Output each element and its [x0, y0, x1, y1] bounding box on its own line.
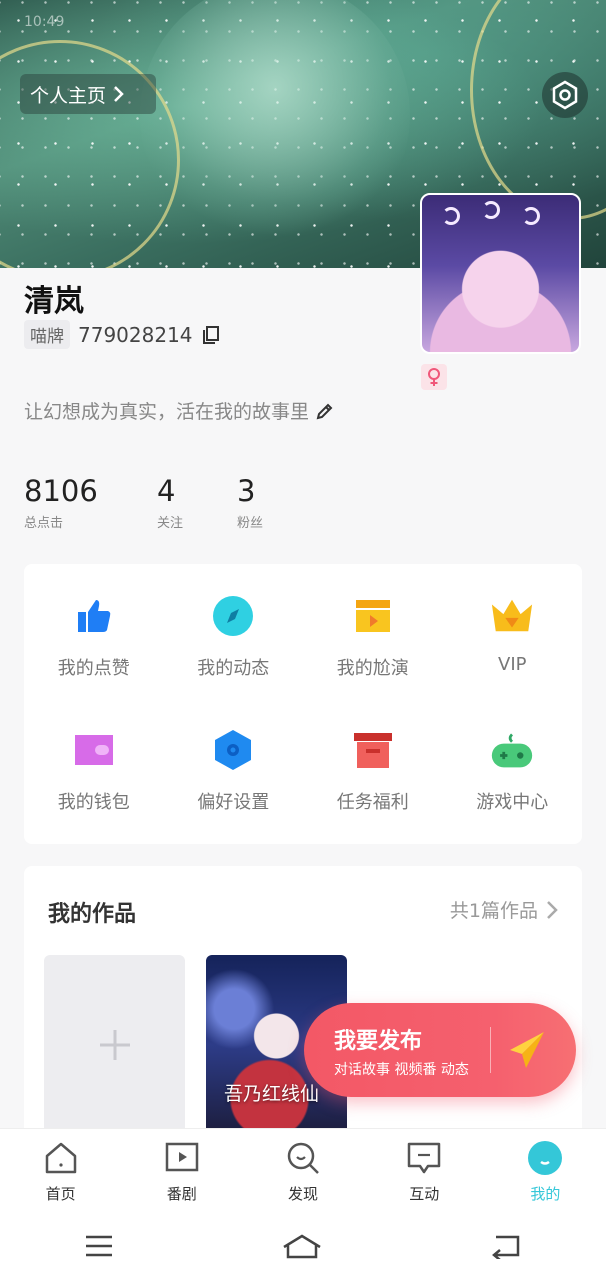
stat-label: 关注 [157, 515, 184, 531]
stat-followers[interactable]: 3 粉丝 [237, 474, 317, 531]
publish-divider [490, 1027, 491, 1073]
nav-home[interactable]: 首页 [0, 1129, 121, 1212]
moon-decoration [442, 207, 460, 225]
nav-series[interactable]: 番剧 [121, 1129, 242, 1212]
user-id-row: 喵牌 779028214 [24, 320, 221, 349]
feature-grid-card: 我的点赞 我的动态 我的尬演 VIP 我的钱包 偏好设置 任务福利 游戏中心 [24, 564, 582, 844]
moon-decoration [482, 201, 500, 219]
play-icon [163, 1139, 201, 1177]
gift-box-icon [351, 728, 395, 772]
paper-plane-icon [510, 1032, 544, 1068]
stat-value: 8106 [24, 474, 98, 508]
moon-decoration [522, 207, 540, 225]
nav-interact[interactable]: 互动 [364, 1129, 485, 1212]
plus-icon [99, 1030, 130, 1060]
home-icon [42, 1139, 80, 1177]
menu-my-activity[interactable]: 我的动态 [164, 594, 304, 728]
stat-label: 粉丝 [237, 515, 264, 531]
id-tag: 喵牌 [24, 320, 70, 349]
menu-label: 我的点赞 [57, 658, 130, 679]
home-system-icon[interactable] [282, 1233, 322, 1259]
stat-value: 4 [157, 474, 176, 508]
menu-preferences[interactable]: 偏好设置 [164, 728, 304, 862]
menu-my-wallet[interactable]: 我的钱包 [24, 728, 164, 862]
female-gender-icon [421, 364, 447, 390]
works-title: 我的作品 [48, 902, 137, 927]
menu-vip[interactable]: VIP [443, 594, 583, 728]
bottom-nav: 首页 番剧 发现 互动 我的 [0, 1128, 606, 1212]
chevron-right-icon [114, 86, 124, 102]
user-id-number: 779028214 [78, 322, 193, 347]
menu-label: 我的钱包 [57, 792, 130, 813]
bio-text: 让幻想成为真实，活在我的故事里 [24, 401, 310, 423]
edit-pencil-icon[interactable] [315, 401, 335, 421]
wallet-icon [72, 728, 116, 772]
stat-following[interactable]: 4 关注 [157, 474, 237, 531]
menu-label: 偏好设置 [197, 792, 270, 813]
hexagon-settings-icon [552, 80, 578, 110]
hexagon-settings-icon [211, 728, 255, 772]
chevron-right-icon [547, 900, 558, 919]
menu-label: 游戏中心 [476, 792, 549, 813]
stat-label: 总点击 [24, 515, 64, 531]
publish-title: 我要发布 [334, 1029, 423, 1054]
profile-icon [526, 1139, 564, 1177]
stat-clicks[interactable]: 8106 总点击 [24, 474, 157, 531]
menu-task-rewards[interactable]: 任务福利 [303, 728, 443, 862]
chat-icon [405, 1139, 443, 1177]
nav-label: 发现 [287, 1185, 318, 1203]
username: 清岚 [24, 284, 84, 319]
menu-label: 任务福利 [336, 792, 409, 813]
system-nav-bar [0, 1212, 606, 1280]
menu-label: 我的动态 [197, 658, 270, 679]
works-count: 共1篇作品 [449, 900, 538, 922]
work-title: 吾乃红线仙 [224, 1083, 320, 1105]
nav-label: 我的 [530, 1185, 561, 1203]
search-icon [284, 1139, 322, 1177]
nav-mine[interactable]: 我的 [485, 1129, 606, 1212]
menu-label: VIP [498, 654, 527, 675]
nav-label: 互动 [409, 1185, 440, 1203]
settings-button[interactable] [542, 72, 588, 118]
clapperboard-icon [351, 594, 395, 638]
menu-label: 我的尬演 [336, 658, 409, 679]
crown-icon [490, 594, 534, 638]
add-work-button[interactable] [44, 955, 185, 1135]
avatar[interactable] [420, 193, 581, 354]
menu-my-performance[interactable]: 我的尬演 [303, 594, 443, 728]
status-time: 10:49 [24, 14, 65, 30]
gamepad-icon [490, 728, 534, 772]
thumbs-up-icon [72, 594, 116, 638]
profile-home-link[interactable]: 个人主页 [20, 74, 156, 114]
nav-label: 首页 [45, 1185, 76, 1203]
publish-subtitle: 对话故事 视频番 动态 [334, 1062, 469, 1078]
profile-home-label: 个人主页 [30, 84, 107, 107]
back-icon[interactable] [490, 1233, 522, 1259]
works-count-link[interactable]: 共1篇作品 [450, 896, 558, 923]
nav-label: 番剧 [166, 1185, 197, 1203]
menu-my-likes[interactable]: 我的点赞 [24, 594, 164, 728]
stat-value: 3 [237, 474, 256, 508]
user-bio[interactable]: 让幻想成为真实，活在我的故事里 [24, 397, 335, 424]
copy-icon[interactable] [201, 325, 221, 345]
menu-icon[interactable] [84, 1234, 114, 1258]
user-stats: 8106 总点击 4 关注 3 粉丝 [24, 474, 317, 531]
compass-icon [211, 594, 255, 638]
publish-button[interactable]: 我要发布 对话故事 视频番 动态 [304, 1003, 576, 1097]
nav-discover[interactable]: 发现 [242, 1129, 363, 1212]
menu-game-center[interactable]: 游戏中心 [443, 728, 583, 862]
